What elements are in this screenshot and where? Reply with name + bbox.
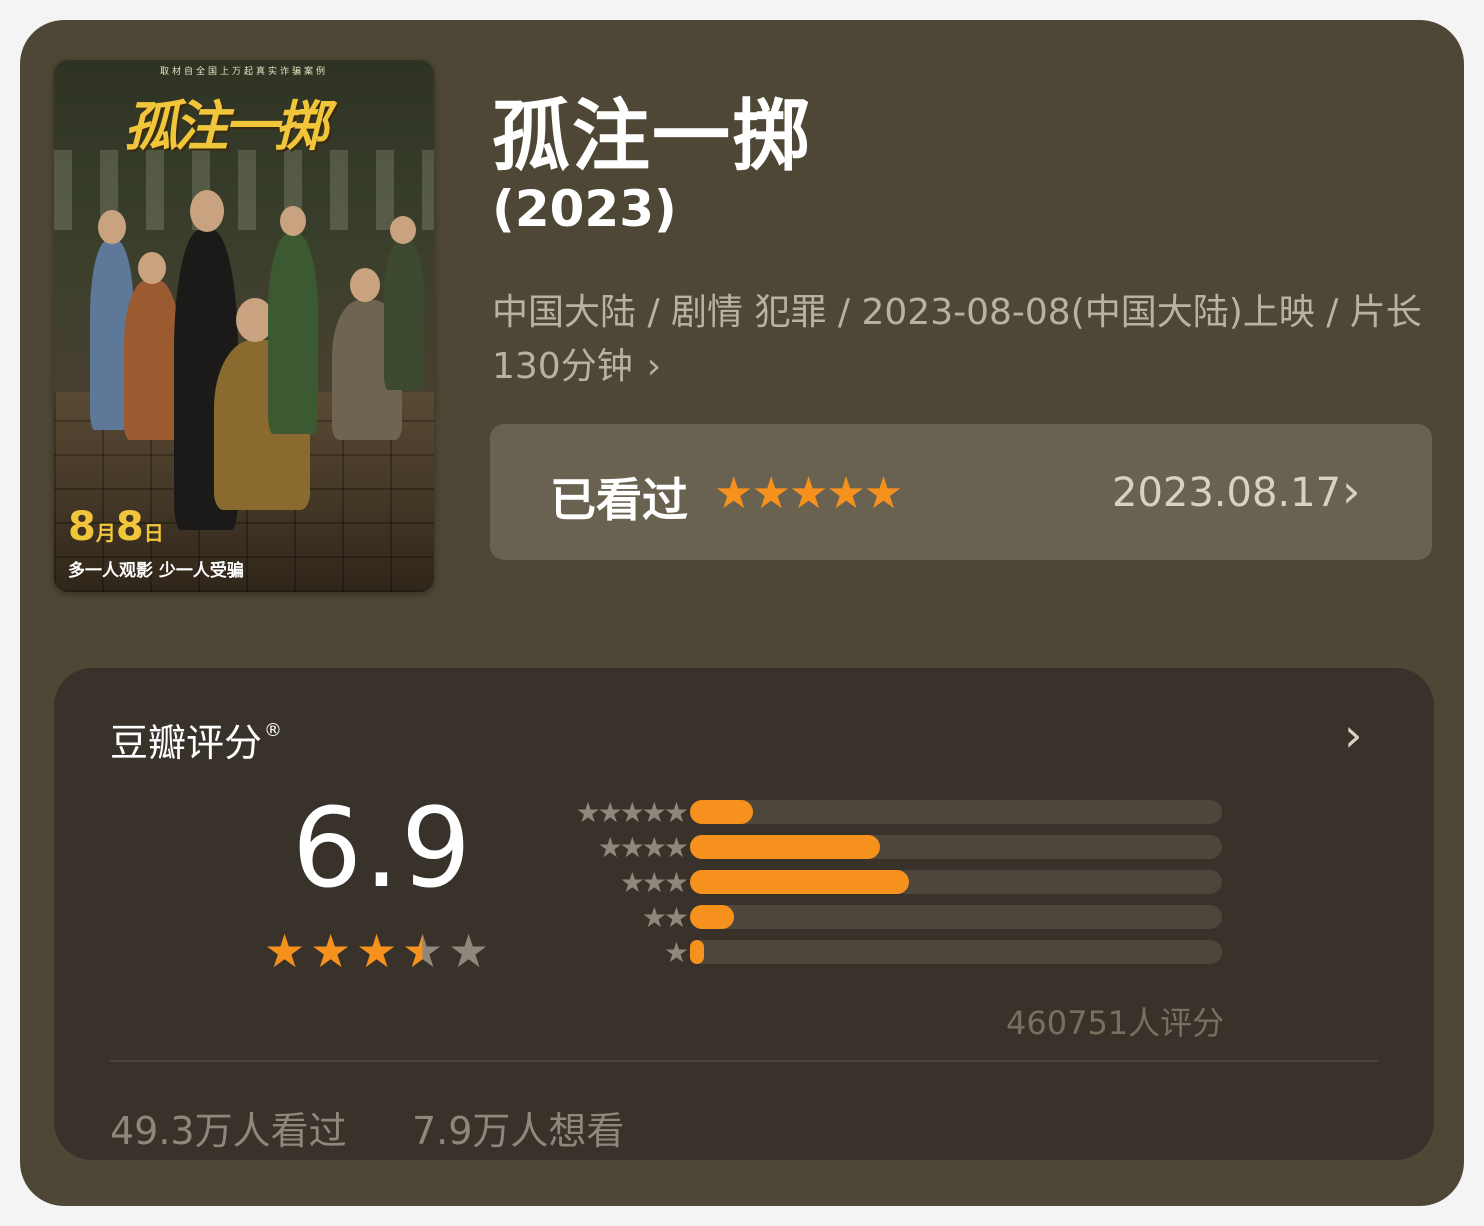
distribution-row: ★ [534,936,1234,970]
douban-rating-panel[interactable]: 豆瓣评分 ® › 6.9 ★ ★ ★ ★ ★ ★★★★★ ★★★★ ★★★ ★★ ★ 460751… [54,668,1434,1160]
distribution-bar-fill [690,870,910,894]
watched-status-bar[interactable]: 已看过 ★★★★★ 2023.08.17 › [490,424,1432,560]
distribution-row: ★★★★ [534,831,1234,865]
rating-score: 6.9 [292,784,473,912]
distribution-bar-track [690,940,1222,964]
watched-label: 已看过 [550,473,688,527]
seen-count: 49.3万人看过 [110,1109,347,1153]
distribution-stars-icon: ★★★★ [597,831,689,864]
poster-slogan: 多一人观影 少一人受骗 [68,561,244,581]
distribution-bar-fill [690,835,880,859]
distribution-bar-track [690,905,1222,929]
movie-poster[interactable]: 取材自全国上万起真实诈骗案例 孤注一掷 8月8日 多一人观影 少一人受骗 [54,60,434,592]
star-icon: ★ [310,924,352,978]
registered-mark: ® [264,720,283,741]
star-icon: ★ [402,924,444,978]
distribution-stars-icon: ★★★★★ [575,796,689,829]
poster-figure-head [280,206,306,236]
poster-figure-head [190,190,224,232]
distribution-bar-track [690,800,1222,824]
poster-figure-head [138,252,166,284]
distribution-bar-track [690,870,1222,894]
movie-year: (2023) [492,180,677,238]
distribution-bar-fill [690,940,704,964]
distribution-row: ★★★ [534,866,1234,900]
chevron-right-icon: › [1344,708,1363,762]
distribution-bar-track [690,835,1222,859]
chevron-right-icon: › [646,346,662,387]
star-icon: ★ [356,924,398,978]
poster-figure-head [390,216,416,244]
poster-figure [268,234,318,434]
star-icon: ★ [448,924,490,978]
rating-count: 460751人评分 [1006,1004,1225,1042]
poster-figure-head [98,210,126,244]
poster-title: 孤注一掷 [124,94,328,158]
want-count: 7.9万人想看 [412,1109,625,1153]
movie-meta-info[interactable]: 中国大陆 / 剧情 犯罪 / 2023-08-08(中国大陆)上映 / 片长13… [492,286,1422,394]
movie-meta-text: 中国大陆 / 剧情 犯罪 / 2023-08-08(中国大陆)上映 / 片长13… [492,292,1422,387]
distribution-stars-icon: ★★ [641,901,689,934]
distribution-bar-fill [690,800,753,824]
poster-figure [384,240,424,390]
poster-figure [124,280,180,440]
divider [110,1060,1378,1062]
watched-date: 2023.08.17 [1112,470,1342,516]
distribution-row: ★★★★★ [534,796,1234,830]
poster-figure-head [350,268,380,302]
distribution-bar-fill [690,905,734,929]
poster-tagline: 取材自全国上万起真实诈骗案例 [159,67,328,77]
movie-card: 取材自全国上万起真实诈骗案例 孤注一掷 8月8日 多一人观影 少一人受骗 孤注一… [20,20,1464,1206]
distribution-stars-icon: ★★★ [619,866,689,899]
poster-release-date: 8月8日 [68,504,164,550]
rating-label: 豆瓣评分 ® [110,720,283,765]
distribution-row: ★★ [534,901,1234,935]
distribution-stars-icon: ★ [663,936,689,969]
average-rating-stars-icon: ★ ★ ★ ★ ★ [264,926,504,976]
star-icon: ★ [264,924,306,978]
user-rating-stars-icon: ★★★★★ [714,468,903,519]
movie-title: 孤注一掷 [492,92,813,182]
chevron-right-icon: › [1342,464,1361,518]
